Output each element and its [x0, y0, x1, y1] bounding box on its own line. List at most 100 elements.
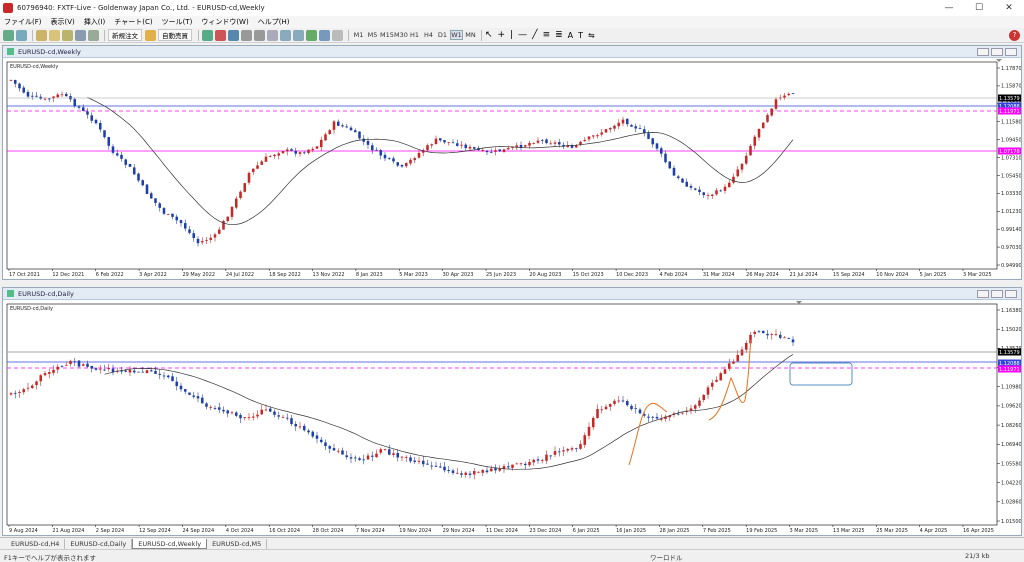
tf-h1[interactable]: H1	[408, 31, 421, 39]
tester-icon[interactable]	[88, 29, 99, 41]
tf-m1[interactable]: M1	[352, 31, 365, 39]
data-window-icon[interactable]	[49, 29, 60, 41]
weekly-candle	[549, 143, 553, 145]
candlestick-icon[interactable]	[215, 29, 226, 41]
daily-restore-button[interactable]	[991, 290, 1003, 298]
daily-y-tick-label: 1.15020	[1001, 327, 1021, 333]
daily-candle	[736, 354, 740, 362]
tf-d1[interactable]: D1	[436, 31, 449, 39]
daily-candle	[222, 409, 225, 412]
daily-candle	[740, 349, 744, 356]
daily-candle	[426, 463, 429, 465]
metaeditor-icon[interactable]	[145, 29, 156, 41]
minimize-icon[interactable]: —	[934, 0, 964, 16]
vline-icon[interactable]: |	[510, 30, 513, 40]
tf-mn[interactable]: MN	[464, 31, 477, 39]
weekly-candle	[69, 96, 72, 100]
daily-x-tick-label: 11 Dec 2024	[486, 528, 518, 534]
tf-m5[interactable]: M5	[366, 31, 379, 39]
daily-candle	[273, 411, 276, 415]
menu-view[interactable]: 表示(V)	[51, 17, 75, 27]
crosshair-icon[interactable]: +	[498, 30, 506, 40]
help-icon[interactable]: ?	[1009, 30, 1020, 41]
weekly-restore-button[interactable]	[991, 48, 1003, 56]
daily-candle	[9, 393, 13, 395]
trendline-icon[interactable]: ╱	[532, 30, 537, 40]
daily-candle	[111, 368, 115, 373]
zoom-out-icon[interactable]	[254, 29, 265, 41]
menu-tools[interactable]: ツール(T)	[162, 17, 193, 27]
zoom-in-icon[interactable]	[241, 29, 252, 41]
daily-candle	[341, 450, 344, 455]
daily-candle	[162, 375, 166, 377]
weekly-candle	[545, 139, 548, 144]
menu-file[interactable]: ファイル(F)	[4, 17, 42, 27]
daily-x-tick-label: 24 Sep 2024	[182, 528, 214, 534]
templates-icon[interactable]	[332, 29, 343, 41]
tf-h4[interactable]: H4	[422, 31, 435, 39]
period-icon[interactable]	[319, 29, 330, 41]
daily-candle	[81, 364, 85, 366]
weekly-candle	[145, 184, 149, 195]
navigator-icon[interactable]	[62, 29, 73, 41]
daily-candle	[217, 407, 221, 410]
weekly-candle	[791, 93, 795, 94]
tf-m15[interactable]: M15	[380, 31, 394, 39]
daily-candle	[213, 408, 217, 409]
fibo-icon[interactable]: ≣	[555, 30, 563, 40]
profiles-icon[interactable]	[16, 29, 27, 41]
weekly-candle	[13, 79, 17, 84]
daily-candle	[205, 403, 208, 407]
daily-close-button[interactable]	[1005, 290, 1017, 298]
new-order-button[interactable]: 新規注文	[108, 29, 142, 41]
weekly-candle	[290, 149, 293, 151]
daily-minimize-button[interactable]	[977, 290, 989, 298]
weekly-minimize-button[interactable]	[977, 48, 989, 56]
tab-weekly[interactable]: EURUSD-cd,Weekly	[132, 538, 208, 549]
daily-chart[interactable]: EURUSD-cd,Daily1.163801.150201.135791.12…	[3, 300, 1022, 535]
weekly-candle	[107, 137, 111, 146]
tf-m30[interactable]: M30	[394, 31, 408, 39]
arrows-icon[interactable]: ⇋	[588, 31, 595, 40]
daily-candle	[676, 413, 680, 415]
tab-h4[interactable]: EURUSD-cd,H4	[6, 538, 66, 549]
weekly-candle	[209, 237, 213, 240]
menu-window[interactable]: ウィンドウ(W)	[201, 17, 248, 27]
menu-chart[interactable]: チャート(C)	[114, 17, 152, 27]
menu-insert[interactable]: 挿入(I)	[84, 17, 106, 27]
chart-shift-icon[interactable]	[293, 29, 304, 41]
tile-icon[interactable]	[267, 29, 278, 41]
line-chart-icon[interactable]	[228, 29, 239, 41]
cursor-icon[interactable]: ↖	[485, 30, 493, 40]
terminal-icon[interactable]	[75, 29, 86, 41]
daily-candle	[591, 417, 595, 428]
menu-help[interactable]: ヘルプ(H)	[258, 17, 290, 27]
daily-x-tick-label: 23 Dec 2024	[529, 528, 561, 534]
weekly-candle	[485, 150, 489, 153]
text-icon[interactable]: A	[568, 31, 573, 40]
new-chart-icon[interactable]	[3, 29, 14, 41]
hline-icon[interactable]: —	[518, 30, 527, 40]
weekly-chart[interactable]: EURUSD-cd,Weekly1.178701.158701.135901.1…	[3, 58, 1022, 279]
daily-candle	[158, 373, 162, 375]
channel-icon[interactable]: ≡	[543, 30, 551, 40]
tf-w1[interactable]: W1	[450, 30, 463, 40]
weekly-x-tick-label: 10 Nov 2024	[876, 272, 908, 278]
label-icon[interactable]: T	[578, 31, 583, 40]
weekly-candle	[430, 144, 434, 146]
close-icon[interactable]: ✕	[994, 0, 1024, 16]
auto-trade-button[interactable]: 自動売買	[158, 29, 192, 41]
indicators-icon[interactable]	[306, 29, 317, 41]
daily-candle	[549, 455, 553, 457]
tab-m5[interactable]: EURUSD-cd,M5	[207, 538, 268, 549]
weekly-candle	[710, 194, 714, 196]
bar-chart-icon[interactable]	[202, 29, 213, 41]
weekly-close-button[interactable]	[1005, 48, 1017, 56]
maximize-icon[interactable]: ☐	[964, 0, 994, 16]
weekly-candle	[256, 165, 259, 169]
daily-candle	[234, 412, 238, 416]
autoscroll-icon[interactable]	[280, 29, 291, 41]
weekly-candle	[426, 145, 429, 151]
market-watch-icon[interactable]	[36, 29, 47, 41]
tab-daily[interactable]: EURUSD-cd,Daily	[65, 538, 133, 549]
